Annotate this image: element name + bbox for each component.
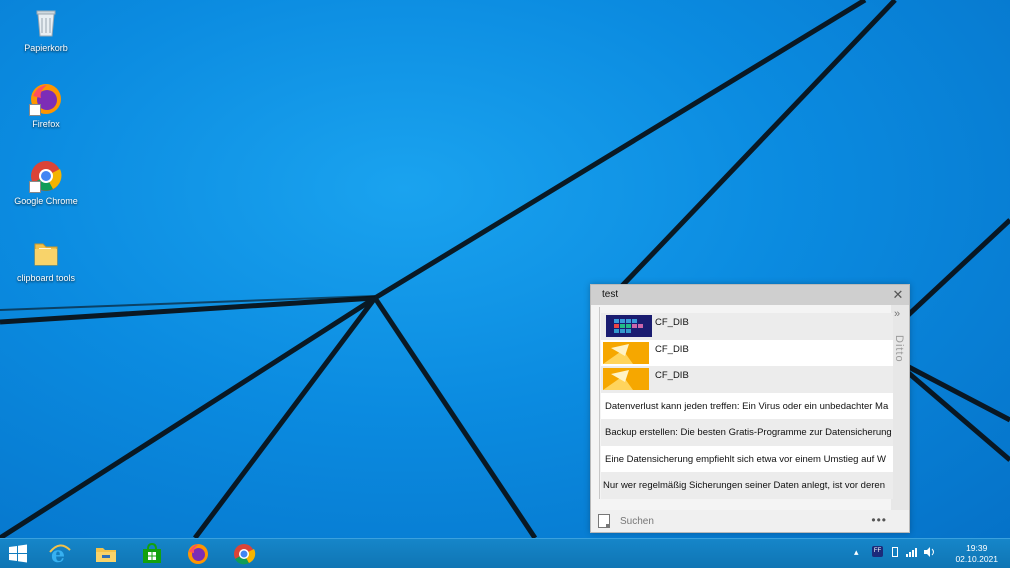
desktop-icon-label: Firefox [32, 119, 60, 129]
desktop-icon-label: clipboard tools [16, 273, 76, 283]
ditto-clip-list: CF_DIB CF_DIB CF_DIB Datenverlust kann j… [601, 313, 893, 499]
clip-label: Datenverlust kann jeden treffen: Ein Vir… [605, 400, 889, 412]
desktop-icon-firefox[interactable]: Firefox [6, 82, 86, 129]
store-icon[interactable] [140, 542, 164, 566]
clip-label: Backup erstellen: Die besten Gratis-Prog… [605, 427, 892, 438]
shortcut-arrow-icon [29, 181, 41, 193]
clock[interactable]: 19:39 02.10.2021 [955, 543, 998, 565]
clip-item[interactable]: CF_DIB [601, 366, 893, 393]
clock-date: 02.10.2021 [955, 554, 998, 564]
chrome-icon [29, 159, 63, 193]
clip-label: Eine Datensicherung empfiehlt sich etwa … [605, 453, 886, 465]
desktop: Papierkorb Firefox Google Chrome clipboa… [0, 0, 1010, 538]
image-thumbnail [603, 368, 649, 390]
chrome-icon[interactable] [232, 542, 256, 566]
ditto-title-bar[interactable]: test ✕ [591, 285, 909, 305]
desktop-icon-clipboard-tools[interactable]: clipboard tools [6, 236, 86, 283]
windows-start-icon[interactable] [6, 542, 30, 566]
file-explorer-icon[interactable] [94, 542, 118, 566]
ditto-side-panel: » Ditto [891, 305, 909, 510]
image-thumbnail [603, 341, 649, 364]
desktop-icon-recycle-bin[interactable]: Papierkorb [6, 6, 86, 53]
clip-item[interactable]: Nur wer regelmäßig Sicherungen seiner Da… [601, 472, 893, 499]
clip-item[interactable]: Eine Datensicherung empfiehlt sich etwa … [601, 445, 893, 472]
desktop-icon-chrome[interactable]: Google Chrome [6, 159, 86, 206]
clip-label: CF_DIB [655, 370, 689, 381]
ditto-tray-icon[interactable]: FF [872, 546, 883, 557]
image-thumbnail [606, 315, 652, 337]
clip-label: Nur wer regelmäßig Sicherungen seiner Da… [603, 480, 885, 491]
internet-explorer-icon[interactable]: e [48, 542, 72, 568]
desktop-icon-label: Google Chrome [14, 196, 78, 206]
clip-item[interactable]: Datenverlust kann jeden treffen: Ein Vir… [601, 392, 893, 419]
firefox-icon [29, 82, 63, 116]
clip-item[interactable]: CF_DIB [601, 339, 893, 366]
taskbar: e ▴ FF 19:39 02.10.2021 [0, 538, 1010, 568]
clip-item[interactable]: Backup erstellen: Die besten Gratis-Prog… [601, 419, 893, 446]
volume-icon[interactable] [924, 547, 936, 559]
folder-icon [29, 236, 63, 270]
ditto-window[interactable]: test ✕ » Ditto CF_DIB CF_DIB CF_DIB Date… [590, 284, 910, 533]
ditto-title: test [602, 289, 619, 300]
ditto-side-label: Ditto [893, 335, 905, 363]
system-tray: ▴ FF 19:39 02.10.2021 [850, 539, 1010, 568]
chevron-right-icon[interactable]: » [894, 308, 900, 320]
firefox-icon[interactable] [186, 542, 210, 566]
ditto-scroll-track [599, 307, 600, 499]
more-options-icon[interactable]: ••• [871, 513, 887, 527]
recycle-bin-icon [29, 6, 63, 40]
clip-label: CF_DIB [655, 343, 689, 355]
clock-time: 19:39 [966, 543, 988, 553]
clip-label: CF_DIB [655, 317, 689, 328]
battery-icon[interactable] [892, 547, 898, 557]
search-input[interactable]: Suchen [620, 516, 654, 527]
close-icon[interactable]: ✕ [891, 288, 905, 302]
network-icon[interactable] [906, 547, 918, 559]
ditto-search-bar: Suchen ••• [591, 510, 909, 532]
shortcut-arrow-icon [29, 104, 41, 116]
note-icon[interactable] [598, 514, 610, 528]
desktop-icon-label: Papierkorb [24, 43, 68, 53]
clip-item[interactable]: CF_DIB [601, 313, 893, 340]
chevron-up-icon[interactable]: ▴ [854, 547, 859, 558]
